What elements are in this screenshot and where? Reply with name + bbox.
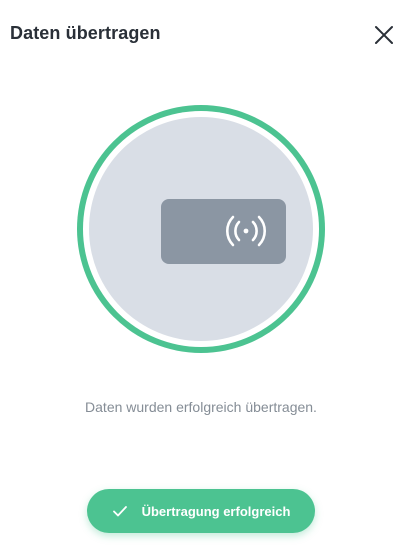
status-message: Daten wurden erfolgreich übertragen.	[85, 399, 317, 415]
transfer-dialog: Daten übertragen Daten wurden erfolgreic…	[0, 0, 412, 550]
toast-label: Übertragung erfolgreich	[141, 503, 291, 519]
dialog-title: Daten übertragen	[10, 23, 161, 43]
close-button[interactable]	[372, 23, 396, 47]
nfc-contactless-icon	[226, 215, 266, 247]
nfc-card	[161, 199, 286, 264]
checkmark-icon	[112, 506, 127, 517]
close-icon[interactable]	[372, 23, 396, 47]
success-toast: Übertragung erfolgreich	[87, 489, 315, 533]
